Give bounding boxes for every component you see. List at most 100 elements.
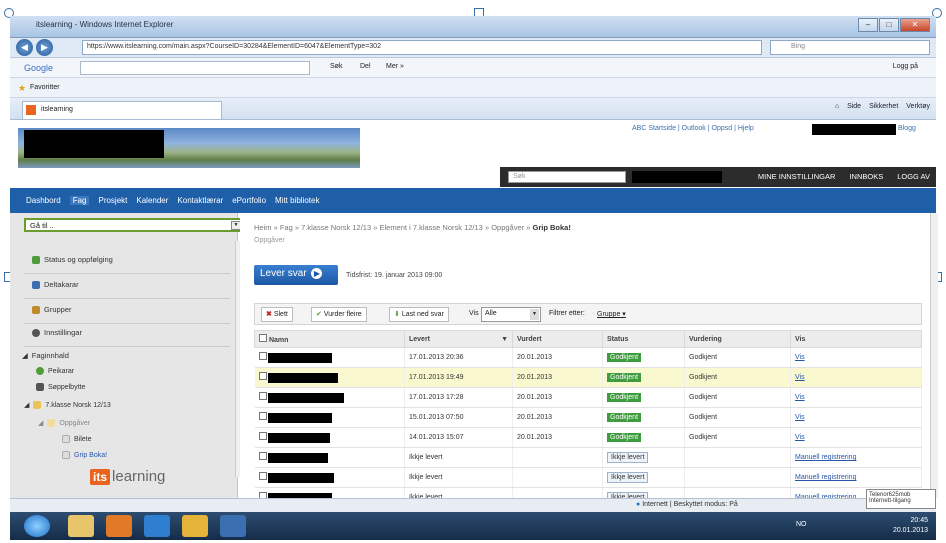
maximize-button[interactable]: □ [879, 18, 899, 32]
sidebar-item-groups[interactable]: Grupper [32, 305, 72, 314]
goto-select[interactable]: Gå til .. ▼ [24, 218, 244, 232]
col-label: Vurdering [689, 335, 722, 343]
row-checkbox[interactable] [258, 391, 267, 400]
media-player-taskbar-icon[interactable] [106, 515, 132, 537]
row-checkbox[interactable] [258, 431, 267, 440]
select-all-checkbox[interactable] [259, 334, 267, 342]
language-indicator[interactable]: NO [796, 521, 807, 528]
tree-item-peikarar[interactable]: Peikarar [36, 367, 74, 375]
table-row[interactable]: 15.01.2013 07:50 20.01.2013 Godkjent Godkje… [254, 407, 922, 428]
col-grade[interactable]: Vurdering [684, 330, 791, 348]
submit-answer-button[interactable]: Lever svar ▶ [254, 265, 338, 285]
table-row[interactable]: 17.01.2013 20:36 20.01.2013 Godkjent Godkje… [254, 347, 922, 368]
sidebar-item-participants[interactable]: Deltakarar [32, 280, 79, 289]
status-badge: Godkjent [607, 413, 642, 422]
tree-header[interactable]: ◢ Faginnhald [22, 351, 69, 360]
tab-bar: itslearning ⌂ Side Sikkerhet Verktøy [10, 98, 936, 120]
col-label: Vis [795, 335, 806, 343]
nav-fag[interactable]: Fag [69, 196, 90, 205]
table-row[interactable]: Ikkje levert Ikkje levert Manuell registre… [254, 447, 922, 468]
row-checkbox[interactable] [258, 371, 267, 380]
col-delivered[interactable]: Levert ▼ [404, 330, 513, 348]
table-row[interactable]: 17.01.2013 19:49 20.01.2013 Godkjent Godkje… [254, 367, 922, 388]
view-link[interactable]: Manuell registrering [795, 454, 856, 461]
tree-item-assignments[interactable]: ◢ Oppgåver [38, 419, 90, 427]
start-button[interactable] [24, 515, 50, 537]
favorites-button[interactable]: Favoritter [30, 84, 60, 91]
nav-kalender[interactable]: Kalender [136, 196, 168, 205]
home-icon[interactable]: ⌂ [835, 103, 839, 110]
window-taskbar-icon[interactable] [220, 515, 246, 537]
row-checkbox[interactable] [258, 411, 267, 420]
minimize-button[interactable]: – [858, 18, 878, 32]
breadcrumb-path[interactable]: Heim » Fag » 7.klasse Norsk 12/13 » Elem… [254, 223, 530, 232]
filter-group-dropdown[interactable]: Gruppe ▾ [597, 310, 626, 318]
row-checkbox[interactable] [258, 451, 267, 460]
nav-mitt-bibliotek[interactable]: Mitt bibliotek [275, 196, 319, 205]
table-row[interactable]: Ikkje levert Ikkje levert Manuell registre… [254, 467, 922, 488]
explorer-taskbar-icon[interactable] [68, 515, 94, 537]
show-label: Vis [469, 310, 479, 317]
app-taskbar-icon[interactable] [182, 515, 208, 537]
logout-link[interactable]: LOGG AV [897, 172, 930, 181]
tree-item-images[interactable]: Bilete [62, 435, 92, 443]
col-name[interactable]: Namn [254, 330, 405, 348]
google-search-button[interactable]: Søk [330, 63, 342, 70]
table-row[interactable]: 17.01.2013 17:28 20.01.2013 Godkjent Godkje… [254, 387, 922, 408]
view-link[interactable]: Manuell registrering [795, 474, 856, 481]
close-button[interactable]: ✕ [900, 18, 930, 32]
view-link[interactable]: Vis [795, 434, 805, 441]
download-answers-button[interactable]: ⬇ Last ned svar [389, 307, 449, 322]
view-link[interactable]: Vis [795, 354, 805, 361]
bing-search-input[interactable]: Bing [770, 40, 930, 55]
cell-assessed [512, 467, 603, 488]
browser-tab[interactable]: itslearning [22, 101, 222, 119]
nav-eportfolio[interactable]: ePortfolio [232, 196, 266, 205]
view-link[interactable]: Vis [795, 374, 805, 381]
tree-item-grip-boka[interactable]: Grip Boka! [62, 451, 107, 459]
favorites-bar: ★ Favoritter [10, 78, 936, 98]
view-link[interactable]: Vis [795, 414, 805, 421]
cell-status: Ikkje levert [602, 447, 685, 468]
submissions-table: Namn Levert ▼ Vurdert Status Vurdering Vi… [254, 330, 922, 508]
nav-dashboard[interactable]: Dashbord [26, 196, 61, 205]
row-checkbox[interactable] [258, 351, 267, 360]
col-assessed[interactable]: Vurdert [512, 330, 603, 348]
site-search-input[interactable]: Søk [508, 171, 626, 183]
cell-view: Manuell registrering [790, 467, 922, 488]
view-link[interactable]: Vis [795, 394, 805, 401]
delete-button[interactable]: ✖ Slett [261, 307, 293, 322]
cmd-item[interactable]: Side [847, 103, 861, 110]
google-search-input[interactable] [80, 61, 310, 75]
tree-item-course-folder[interactable]: ◢ 7.klasse Norsk 12/13 [24, 401, 111, 409]
redacted-student-name [268, 473, 335, 484]
back-icon[interactable]: ◀ [16, 39, 33, 56]
nav-prosjekt[interactable]: Prosjekt [98, 196, 127, 205]
ie-taskbar-icon[interactable] [144, 515, 170, 537]
show-select[interactable]: Alle ▼ [481, 307, 541, 322]
system-clock[interactable]: 20:45 20.01.2013 [893, 516, 928, 536]
logo-word: learning [112, 468, 166, 485]
row-checkbox[interactable] [258, 471, 267, 480]
table-row[interactable]: 14.01.2013 15:07 20.01.2013 Godkjent Godkje… [254, 427, 922, 448]
google-share-button[interactable]: Del [360, 63, 371, 70]
blog-link[interactable]: Blogg [898, 125, 916, 132]
col-status[interactable]: Status [602, 330, 685, 348]
person-icon [32, 280, 40, 289]
google-more-button[interactable]: Mer » [386, 63, 404, 70]
page-scrollbar[interactable] [930, 213, 938, 498]
sidebar-item-status[interactable]: Status og oppfølging [32, 255, 113, 264]
my-settings-link[interactable]: MINE INNSTILLINGAR [758, 172, 836, 181]
top-links[interactable]: ABC Startside | Outlook | Oppsd | Hjelp [632, 125, 754, 132]
assess-multiple-button[interactable]: ✔ Vurder fleire [311, 307, 367, 322]
cmd-item[interactable]: Sikkerhet [869, 103, 898, 110]
inbox-link[interactable]: INNBOKS [849, 172, 883, 181]
cmd-item[interactable]: Verktøy [906, 103, 930, 110]
redacted-link [812, 124, 896, 135]
sidebar-item-settings[interactable]: Innstillingar [32, 328, 82, 337]
url-field[interactable]: https://www.itslearning.com/main.aspx?Co… [82, 40, 762, 55]
google-login-link[interactable]: Logg på [893, 63, 918, 70]
nav-kontaktlaerar[interactable]: Kontaktlærar [177, 196, 223, 205]
forward-icon[interactable]: ▶ [36, 39, 53, 56]
tree-item-trash[interactable]: Søppelbytte [36, 383, 85, 391]
